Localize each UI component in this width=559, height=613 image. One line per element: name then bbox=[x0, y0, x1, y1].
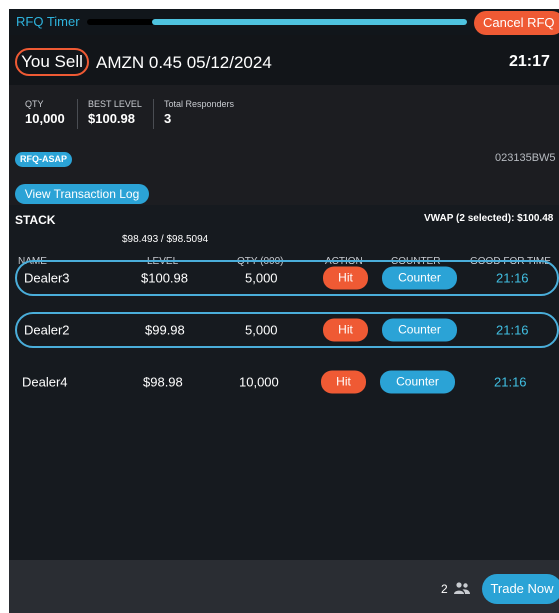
hit-button[interactable]: Hit bbox=[321, 370, 366, 394]
divider bbox=[153, 99, 154, 129]
hit-button[interactable]: Hit bbox=[323, 318, 368, 342]
counter-button[interactable]: Counter bbox=[382, 318, 457, 342]
counter-button[interactable]: Counter bbox=[380, 370, 455, 394]
dealer-row[interactable]: Dealer2 $99.98 5,000 Hit Counter 21:16 bbox=[15, 312, 559, 348]
qty-label: QTY bbox=[25, 99, 44, 109]
bid-ask-levels: $98.493 / $98.5094 bbox=[122, 234, 209, 245]
good-for-time: 21:16 bbox=[494, 374, 527, 390]
divider bbox=[77, 99, 78, 129]
view-transaction-log-button[interactable]: View Transaction Log bbox=[15, 184, 149, 204]
good-for-time: 21:16 bbox=[496, 322, 529, 338]
current-time: 21:17 bbox=[509, 53, 550, 70]
responders-stat: Total Responders 3 bbox=[164, 99, 234, 126]
responders-value: 3 bbox=[164, 111, 172, 126]
qty-stat: QTY 10,000 bbox=[25, 99, 65, 126]
stack-title: STACK bbox=[15, 213, 56, 227]
responder-count: 2 bbox=[441, 582, 448, 596]
dealer-qty: 5,000 bbox=[245, 270, 278, 286]
best-level-label: BEST LEVEL bbox=[88, 99, 142, 109]
hit-button[interactable]: Hit bbox=[323, 266, 368, 290]
dealer-stack: STACK VWAP (2 selected): $100.48 $98.493… bbox=[9, 205, 559, 560]
cusip-reference: 023135BW5 bbox=[495, 152, 556, 164]
people-icon bbox=[454, 582, 470, 594]
dealer-row[interactable]: Dealer3 $100.98 5,000 Hit Counter 21:16 bbox=[15, 260, 559, 296]
responders-label: Total Responders bbox=[164, 99, 235, 109]
rfq-panel: RFQ Timer Cancel RFQ You Sell AMZN 0.45 … bbox=[9, 9, 559, 613]
dealer-level: $99.98 bbox=[145, 322, 185, 338]
rfq-type-tag: RFQ-ASAP bbox=[15, 152, 72, 167]
timer-progress bbox=[87, 19, 467, 25]
dealer-level: $98.98 bbox=[143, 374, 183, 390]
dealer-name: Dealer3 bbox=[24, 270, 70, 286]
best-level-stat: BEST LEVEL $100.98 bbox=[88, 99, 142, 126]
dealer-qty: 5,000 bbox=[245, 322, 278, 338]
instrument-title: AMZN 0.45 05/12/2024 bbox=[96, 53, 272, 72]
good-for-time: 21:16 bbox=[496, 270, 529, 286]
trade-now-button[interactable]: Trade Now bbox=[482, 574, 559, 604]
dealer-name: Dealer2 bbox=[24, 322, 70, 338]
dealer-level: $100.98 bbox=[141, 270, 188, 286]
rfq-details: QTY 10,000 BEST LEVEL $100.98 Total Resp… bbox=[9, 85, 559, 205]
dealer-qty: 10,000 bbox=[239, 374, 279, 390]
best-level-value: $100.98 bbox=[88, 111, 135, 126]
qty-value: 10,000 bbox=[25, 111, 65, 126]
counter-button[interactable]: Counter bbox=[382, 266, 457, 290]
cancel-rfq-button[interactable]: Cancel RFQ bbox=[474, 11, 559, 35]
dealer-name: Dealer4 bbox=[22, 374, 68, 390]
rfq-header: You Sell AMZN 0.45 05/12/2024 21:17 bbox=[9, 35, 559, 85]
timer-label: RFQ Timer bbox=[16, 14, 80, 29]
dealer-row[interactable]: Dealer4 $98.98 10,000 Hit Counter 21:16 bbox=[15, 364, 559, 400]
rfq-timer-bar: RFQ Timer Cancel RFQ bbox=[9, 9, 559, 35]
timer-progress-fill bbox=[151, 19, 467, 25]
side-badge: You Sell bbox=[15, 48, 89, 76]
footer-bar: 2 Trade Now bbox=[9, 560, 559, 613]
vwap-summary: VWAP (2 selected): $100.48 bbox=[424, 213, 554, 224]
